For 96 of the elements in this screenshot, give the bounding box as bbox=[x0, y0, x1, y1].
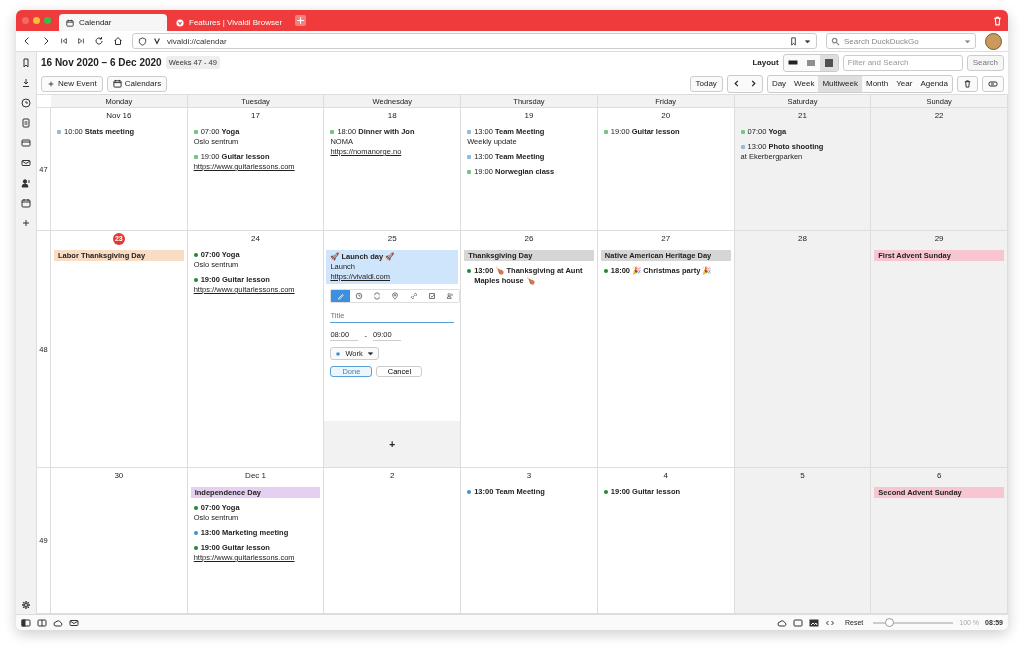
notes-icon[interactable] bbox=[21, 118, 31, 128]
pin-icon bbox=[391, 292, 400, 300]
day-number: 27 bbox=[661, 233, 671, 245]
layout-button[interactable] bbox=[819, 54, 838, 71]
day-cell[interactable]: 28 bbox=[734, 231, 872, 468]
tile-icon[interactable] bbox=[37, 617, 47, 628]
day-number: 4 bbox=[663, 470, 668, 482]
bookmark-icon bbox=[789, 36, 798, 46]
search-icon bbox=[831, 36, 840, 46]
calendar-icon bbox=[66, 18, 74, 27]
tag-button[interactable] bbox=[982, 75, 1004, 92]
day-number: Dec 1 bbox=[245, 470, 266, 482]
day-number: 6 bbox=[936, 470, 942, 482]
calendar-icon bbox=[112, 79, 122, 88]
plus-icon bbox=[47, 79, 55, 88]
day-number: 20 bbox=[661, 110, 671, 122]
link-icon bbox=[409, 292, 418, 300]
day-number: 24 bbox=[251, 233, 260, 245]
day-number: 29 bbox=[934, 233, 944, 245]
layout-icon bbox=[805, 57, 816, 68]
day-number: 18 bbox=[387, 110, 397, 122]
pencil-icon bbox=[336, 292, 345, 300]
contacts-icon[interactable] bbox=[21, 178, 31, 188]
address-field[interactable]: vivaldi://calendar bbox=[132, 33, 817, 49]
zoom-slider-thumb[interactable] bbox=[884, 618, 894, 627]
delete-button[interactable] bbox=[957, 75, 978, 92]
filter-field[interactable]: Filter and Search bbox=[842, 54, 963, 71]
mail-icon[interactable] bbox=[21, 158, 31, 168]
avatar[interactable] bbox=[985, 32, 1002, 50]
today-button[interactable]: Today bbox=[689, 75, 723, 92]
day-number: 5 bbox=[800, 470, 805, 482]
view-tab[interactable]: Agenda bbox=[916, 75, 952, 92]
chevron-left-icon bbox=[731, 79, 741, 88]
label-icon bbox=[988, 78, 998, 89]
day-number: 28 bbox=[797, 233, 807, 245]
view-tab[interactable]: Week bbox=[790, 75, 819, 92]
cloud-icon[interactable] bbox=[53, 617, 63, 628]
calendar-icon[interactable] bbox=[21, 198, 31, 208]
window-icon[interactable] bbox=[21, 138, 31, 148]
day-number: Nov 16 bbox=[106, 110, 132, 122]
layout-icon bbox=[823, 57, 834, 68]
search-button[interactable]: Search bbox=[966, 54, 1004, 71]
layout-icon bbox=[787, 57, 798, 68]
trash-icon[interactable] bbox=[992, 15, 1003, 26]
view-tab[interactable]: Day bbox=[767, 75, 791, 92]
add-event-button[interactable]: + bbox=[324, 421, 461, 467]
caret-icon bbox=[804, 37, 811, 45]
clock-icon[interactable] bbox=[21, 98, 31, 108]
shield-icon bbox=[138, 36, 147, 46]
browser-tab[interactable]: Calendar bbox=[59, 14, 167, 31]
forward-icon[interactable] bbox=[41, 36, 51, 46]
image-icon[interactable] bbox=[808, 617, 819, 628]
vivaldi-v-icon bbox=[153, 37, 161, 45]
clock-icon bbox=[354, 292, 363, 300]
mail-icon[interactable] bbox=[69, 617, 79, 628]
day-number: 17 bbox=[251, 110, 260, 122]
new-tab-icon[interactable] bbox=[295, 15, 307, 26]
search-field[interactable]: Search DuckDuckGo bbox=[826, 33, 976, 49]
reload-icon[interactable] bbox=[94, 36, 104, 46]
caret-icon bbox=[964, 37, 971, 45]
day-number: 3 bbox=[526, 470, 532, 482]
day-number: 30 bbox=[114, 470, 124, 482]
day-number: 22 bbox=[934, 110, 944, 122]
day-number: 2 bbox=[390, 470, 395, 482]
layout-label: Layout bbox=[752, 58, 779, 67]
day-number: 25 bbox=[387, 233, 397, 245]
checkbox-icon bbox=[427, 292, 436, 300]
caret-icon bbox=[366, 350, 374, 357]
download-icon[interactable] bbox=[21, 78, 31, 88]
view-tab[interactable]: Multiweek bbox=[818, 75, 862, 92]
new-event-button[interactable]: New Event bbox=[41, 75, 103, 92]
home-icon[interactable] bbox=[113, 36, 123, 46]
calendars-button[interactable]: Calendars bbox=[106, 75, 168, 92]
bookmark-icon[interactable] bbox=[21, 58, 31, 68]
browser-tab[interactable]: Features | Vivaldi Browser bbox=[169, 14, 290, 31]
view-tab[interactable]: Year bbox=[892, 75, 917, 92]
cloud-icon[interactable] bbox=[776, 617, 787, 628]
view-tab[interactable]: Month bbox=[862, 75, 893, 92]
calendar-color-icon bbox=[335, 350, 342, 357]
date-range-title: 16 Nov 2020 – 6 Dec 2020 bbox=[41, 57, 162, 68]
person-icon bbox=[446, 292, 455, 300]
day-cell[interactable]: 22 bbox=[871, 108, 1008, 231]
day-number: 21 bbox=[797, 110, 807, 122]
day-cell[interactable]: 5 bbox=[734, 468, 872, 614]
window-icon[interactable] bbox=[792, 617, 803, 628]
settings-icon[interactable] bbox=[21, 600, 31, 610]
panel-toggle-icon[interactable] bbox=[21, 617, 31, 628]
vivaldi-logo-icon bbox=[176, 18, 184, 27]
fast-forward-icon[interactable] bbox=[77, 37, 85, 45]
back-icon[interactable] bbox=[22, 36, 32, 46]
repeat-icon bbox=[373, 292, 382, 300]
plus-icon[interactable] bbox=[21, 218, 31, 228]
trash-icon bbox=[963, 79, 972, 88]
day-number: 26 bbox=[524, 233, 534, 245]
rewind-icon[interactable] bbox=[60, 37, 68, 45]
day-number: 19 bbox=[524, 110, 534, 122]
